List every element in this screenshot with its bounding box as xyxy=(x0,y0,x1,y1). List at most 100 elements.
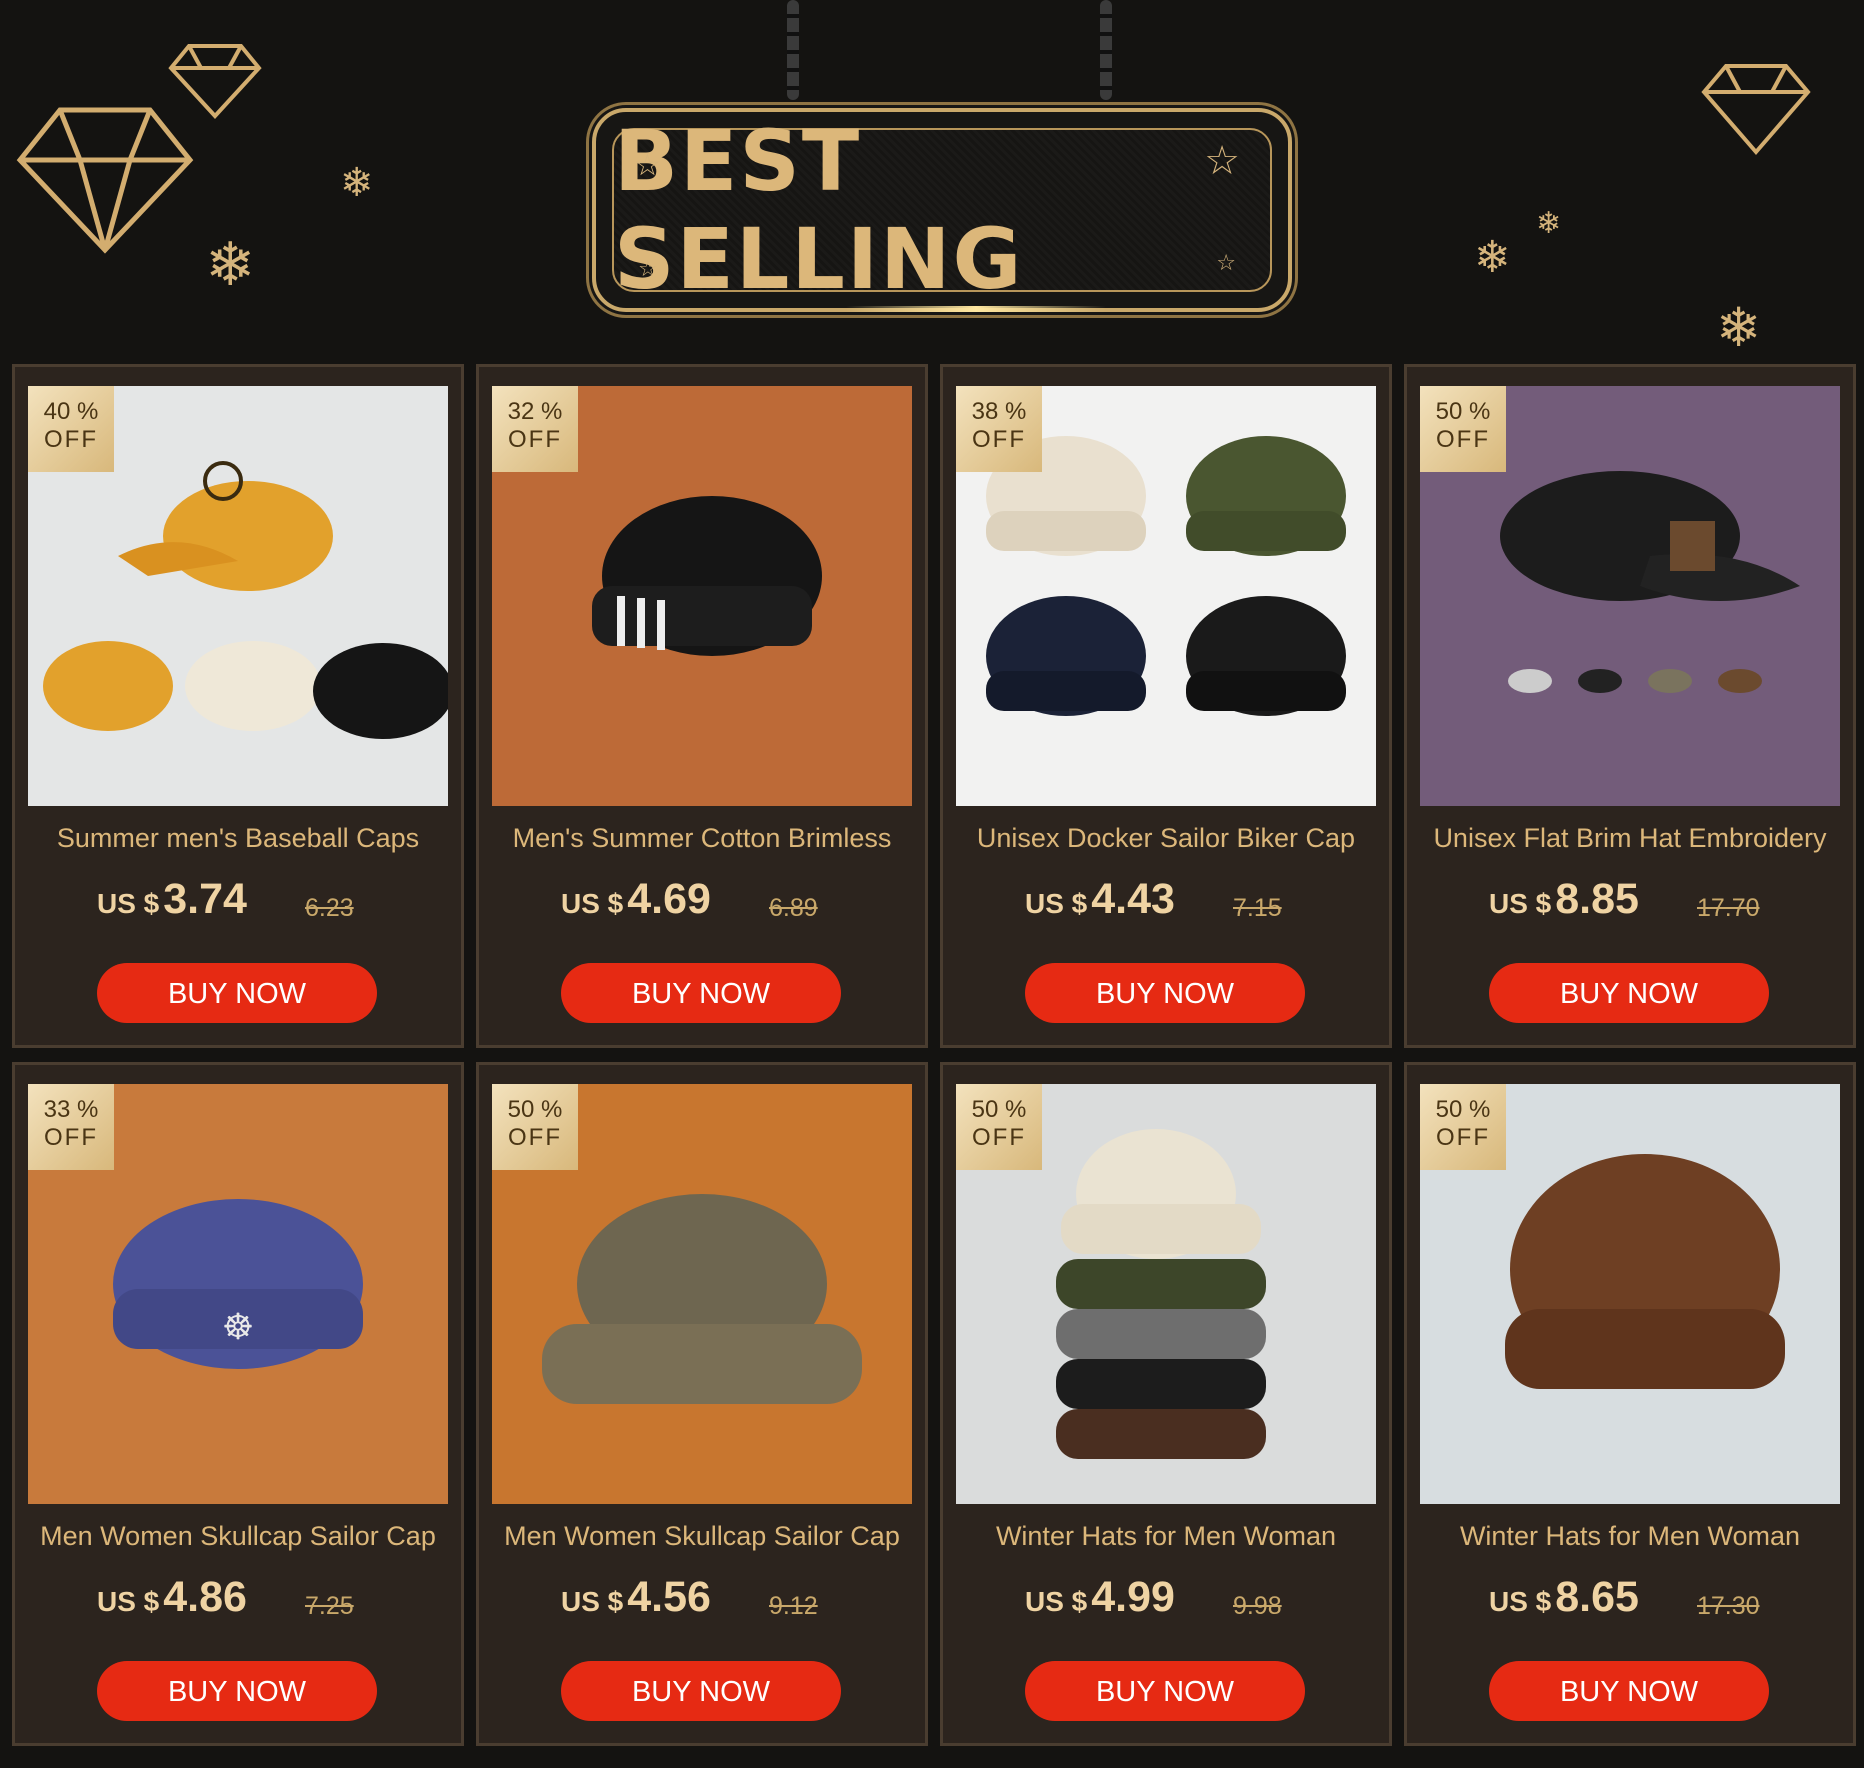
product-image[interactable]: 40 % OFF xyxy=(28,386,448,806)
currency-label: US $ xyxy=(561,1586,624,1617)
currency-label: US $ xyxy=(97,888,160,919)
buy-now-button[interactable]: BUY NOW xyxy=(1489,963,1769,1023)
banner-plate: ☆ ☆ ☆ ☆ BEST SELLING xyxy=(612,112,1272,308)
star-icon: ☆ xyxy=(1204,138,1240,184)
discount-percent: 33 % xyxy=(43,1096,99,1123)
star-icon: ☆ xyxy=(638,257,658,282)
discount-off-label: OFF xyxy=(972,1124,1026,1151)
original-price: 17.70 xyxy=(1697,894,1760,922)
discount-off-label: OFF xyxy=(972,426,1026,453)
product-price: US $3.74 xyxy=(97,875,247,924)
discount-off-label: OFF xyxy=(44,426,98,453)
product-title[interactable]: Unisex Flat Brim Hat Embroidery xyxy=(1407,823,1853,854)
buy-now-button[interactable]: BUY NOW xyxy=(97,963,377,1023)
diamond-ornament-small-icon xyxy=(168,44,262,119)
product-title[interactable]: Men's Summer Cotton Brimless xyxy=(479,823,925,854)
currency-label: US $ xyxy=(561,888,624,919)
discount-badge: 33 % OFF xyxy=(28,1084,114,1170)
price-amount: 8.85 xyxy=(1555,875,1639,923)
product-card[interactable]: 50 % OFF Men Women Skullcap Sailor Cap U… xyxy=(476,1062,928,1746)
diamond-ornament-right-icon xyxy=(1701,64,1811,156)
discount-percent: 50 % xyxy=(1435,1096,1491,1123)
banner-glow xyxy=(846,306,1106,312)
product-card[interactable]: 40 % OFF Summer men's Baseball Caps US $… xyxy=(12,364,464,1048)
discount-off-label: OFF xyxy=(1436,426,1490,453)
product-image[interactable]: 50 % OFF xyxy=(956,1084,1376,1504)
product-price: US $8.65 xyxy=(1489,1573,1639,1622)
product-image[interactable]: 50 % OFF xyxy=(1420,386,1840,806)
discount-badge: 38 % OFF xyxy=(956,386,1042,472)
buy-now-button[interactable]: BUY NOW xyxy=(1025,963,1305,1023)
buy-now-button[interactable]: BUY NOW xyxy=(97,1661,377,1721)
original-price: 7.15 xyxy=(1233,894,1282,922)
discount-percent: 50 % xyxy=(507,1096,563,1123)
star-icon: ☆ xyxy=(1216,251,1236,276)
snowflake-icon: ❄ xyxy=(1474,232,1511,283)
snowflake-icon: ❄ xyxy=(1716,296,1762,359)
product-image[interactable]: 50 % OFF xyxy=(492,1084,912,1504)
price-amount: 4.43 xyxy=(1091,875,1175,923)
product-card[interactable]: 50 % OFF Unisex Flat Brim Hat Embroidery… xyxy=(1404,364,1856,1048)
product-title[interactable]: Men Women Skullcap Sailor Cap xyxy=(15,1521,461,1552)
snowflake-icon: ❄ xyxy=(340,160,374,206)
svg-text:☸: ☸ xyxy=(222,1307,254,1348)
discount-badge: 50 % OFF xyxy=(1420,1084,1506,1170)
product-image[interactable]: ☸ 33 % OFF xyxy=(28,1084,448,1504)
header-area: ❄ ❄ ❄ ❄ ❄ ☆ ☆ ☆ ☆ BEST SELLING xyxy=(0,0,1864,360)
original-price: 9.12 xyxy=(769,1592,818,1620)
product-card[interactable]: 50 % OFF Winter Hats for Men Woman US $8… xyxy=(1404,1062,1856,1746)
product-title[interactable]: Summer men's Baseball Caps xyxy=(15,823,461,854)
product-price: US $8.85 xyxy=(1489,875,1639,924)
currency-label: US $ xyxy=(1025,888,1088,919)
price-amount: 8.65 xyxy=(1555,1573,1639,1621)
product-title[interactable]: Winter Hats for Men Woman xyxy=(943,1521,1389,1552)
original-price: 6.89 xyxy=(769,894,818,922)
product-price: US $4.56 xyxy=(561,1573,711,1622)
price-amount: 4.69 xyxy=(627,875,711,923)
star-icon: ☆ xyxy=(634,148,661,183)
currency-label: US $ xyxy=(1489,888,1552,919)
product-price: US $4.43 xyxy=(1025,875,1175,924)
hanging-chain-right xyxy=(1100,0,1112,100)
product-title[interactable]: Unisex Docker Sailor Biker Cap xyxy=(943,823,1389,854)
product-image[interactable]: 50 % OFF xyxy=(1420,1084,1840,1504)
discount-badge: 50 % OFF xyxy=(1420,386,1506,472)
discount-off-label: OFF xyxy=(44,1124,98,1151)
hanging-chain-left xyxy=(787,0,799,100)
product-title[interactable]: Men Women Skullcap Sailor Cap xyxy=(479,1521,925,1552)
product-card[interactable]: 32 % OFF Men's Summer Cotton Brimless US… xyxy=(476,364,928,1048)
product-title[interactable]: Winter Hats for Men Woman xyxy=(1407,1521,1853,1552)
original-price: 17.30 xyxy=(1697,1592,1760,1620)
discount-badge: 50 % OFF xyxy=(492,1084,578,1170)
discount-percent: 50 % xyxy=(971,1096,1027,1123)
currency-label: US $ xyxy=(1489,1586,1552,1617)
product-image[interactable]: 38 % OFF xyxy=(956,386,1376,806)
buy-now-button[interactable]: BUY NOW xyxy=(561,963,841,1023)
original-price: 9.98 xyxy=(1233,1592,1282,1620)
discount-badge: 40 % OFF xyxy=(28,386,114,472)
snowflake-icon: ❄ xyxy=(1536,206,1562,241)
discount-percent: 40 % xyxy=(43,398,99,425)
buy-now-button[interactable]: BUY NOW xyxy=(1489,1661,1769,1721)
best-selling-banner: ☆ ☆ ☆ ☆ BEST SELLING xyxy=(592,108,1292,312)
page-title: BEST SELLING xyxy=(614,112,1024,308)
buy-now-button[interactable]: BUY NOW xyxy=(561,1661,841,1721)
discount-off-label: OFF xyxy=(508,1124,562,1151)
discount-percent: 32 % xyxy=(507,398,563,425)
snowflake-icon: ❄ xyxy=(205,230,256,300)
discount-badge: 50 % OFF xyxy=(956,1084,1042,1170)
discount-percent: 38 % xyxy=(971,398,1027,425)
original-price: 6.23 xyxy=(305,894,354,922)
product-price: US $4.69 xyxy=(561,875,711,924)
product-card[interactable]: 38 % OFF Unisex Docker Sailor Biker Cap … xyxy=(940,364,1392,1048)
price-amount: 4.99 xyxy=(1091,1573,1175,1621)
original-price: 7.25 xyxy=(305,1592,354,1620)
product-card[interactable]: 50 % OFF Winter Hats for Men Woman US $4… xyxy=(940,1062,1392,1746)
product-price: US $4.86 xyxy=(97,1573,247,1622)
product-image[interactable]: 32 % OFF xyxy=(492,386,912,806)
price-amount: 4.86 xyxy=(163,1573,247,1621)
discount-off-label: OFF xyxy=(1436,1124,1490,1151)
product-card[interactable]: ☸ 33 % OFF Men Women Skullcap Sailor Cap… xyxy=(12,1062,464,1746)
currency-label: US $ xyxy=(97,1586,160,1617)
buy-now-button[interactable]: BUY NOW xyxy=(1025,1661,1305,1721)
